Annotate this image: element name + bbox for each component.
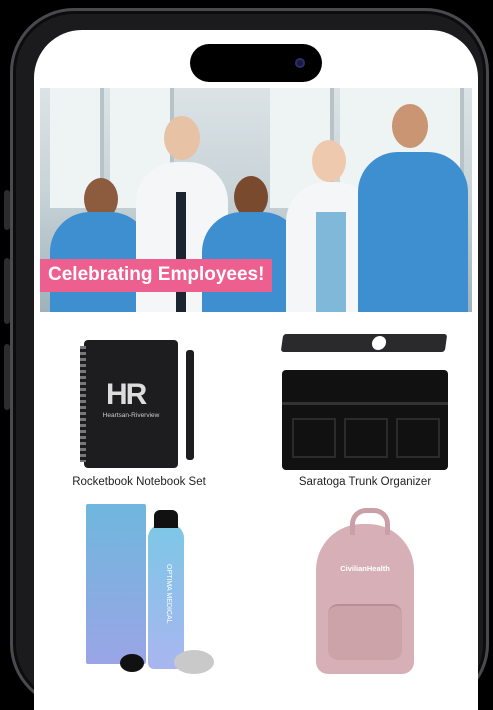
product-card[interactable]: CivilianHealth xyxy=(270,504,460,680)
dynamic-island xyxy=(190,44,322,82)
notebook-shape: HR Heartsan-Riverview xyxy=(80,340,178,468)
product-image[interactable]: OPTIMA MEDICAL xyxy=(44,504,234,680)
pen-shape xyxy=(186,350,194,460)
volume-up-button xyxy=(4,258,10,324)
hero-banner: Celebrating Employees! xyxy=(40,259,273,292)
product-card[interactable]: OPTIMA MEDICAL xyxy=(44,504,234,680)
product-image[interactable]: HR Heartsan-Riverview xyxy=(44,330,234,470)
hero-image[interactable]: Celebrating Employees! xyxy=(40,88,472,312)
camera-icon xyxy=(295,58,305,68)
phone-screen: Celebrating Employees! HR Heartsan-River… xyxy=(34,30,478,710)
organizer-box xyxy=(282,370,448,470)
bottle-cap xyxy=(120,654,144,672)
product-card[interactable]: Saratoga Trunk Organizer xyxy=(270,330,460,488)
organizer-lid xyxy=(280,334,448,352)
product-image[interactable] xyxy=(270,330,460,470)
bottle-lid xyxy=(174,650,214,674)
product-name[interactable]: Rocketbook Notebook Set xyxy=(44,476,234,488)
action-button xyxy=(4,190,10,230)
volume-down-button xyxy=(4,344,10,410)
backpack: CivilianHealth xyxy=(316,508,414,674)
product-card[interactable]: HR Heartsan-Riverview Rocketbook Noteboo… xyxy=(44,330,234,488)
employee-figure xyxy=(358,102,468,312)
product-image[interactable]: CivilianHealth xyxy=(270,504,460,680)
water-bottle: OPTIMA MEDICAL xyxy=(148,510,184,669)
product-name[interactable]: Saratoga Trunk Organizer xyxy=(270,476,460,488)
bottle-box xyxy=(86,504,146,664)
